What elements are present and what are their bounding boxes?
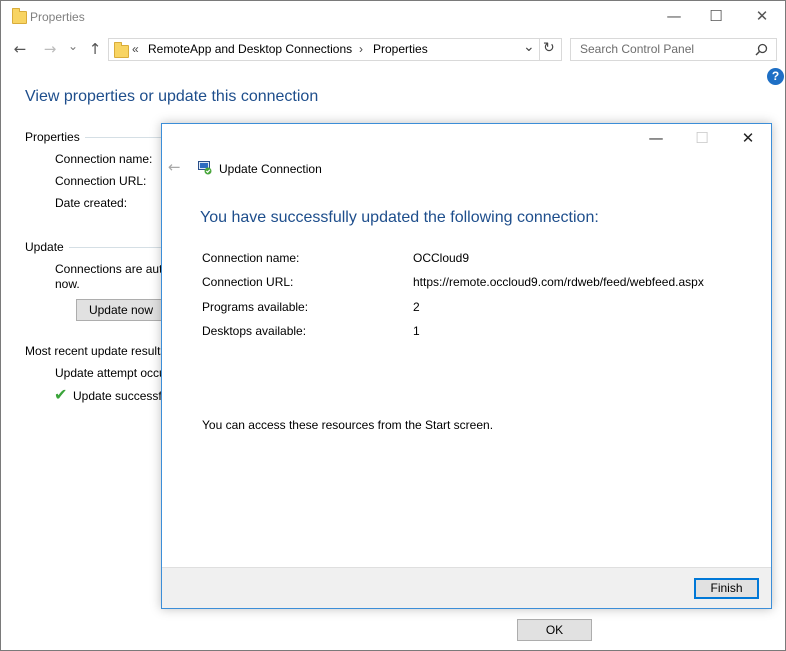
dialog-back-button[interactable]: ←: [168, 158, 181, 176]
dialog-footer: Finish: [162, 567, 771, 608]
forward-button[interactable]: →: [39, 37, 61, 61]
title-bar: Properties — ☐ ✕: [1, 1, 785, 32]
desktops-available-value: 1: [413, 324, 420, 338]
page-title: View properties or update this connectio…: [25, 88, 319, 105]
address-dropdown-button[interactable]: ⌄: [523, 39, 535, 55]
update-section-title: Update: [25, 240, 64, 254]
window-title: Properties: [30, 10, 85, 24]
close-button[interactable]: ✕: [739, 1, 785, 32]
search-box[interactable]: Search Control Panel: [570, 38, 777, 61]
update-status-text: Update successfu: [73, 389, 169, 403]
update-attempt-text: Update attempt occu: [55, 366, 166, 380]
dialog-title: Update Connection: [219, 162, 322, 176]
programs-available-value: 2: [413, 300, 420, 314]
update-description-cont: now.: [55, 277, 80, 291]
properties-section-title: Properties: [25, 130, 80, 144]
update-description: Connections are aut: [55, 262, 163, 276]
breadcrumb-separator[interactable]: ›: [359, 42, 363, 56]
folder-icon: [114, 42, 129, 58]
connection-name-label: Connection name:: [55, 152, 153, 166]
maximize-button[interactable]: ☐: [693, 1, 739, 32]
update-connection-dialog: — ☐ ✕ ← Update Connection You have succe…: [161, 123, 772, 609]
address-divider: [539, 39, 540, 60]
finish-button[interactable]: Finish: [694, 578, 759, 599]
start-screen-note: You can access these resources from the …: [202, 418, 494, 432]
date-created-label: Date created:: [55, 196, 128, 210]
search-icon[interactable]: [755, 43, 768, 56]
detail-label: Desktops available:: [202, 324, 307, 338]
detail-label: Programs available:: [202, 300, 309, 314]
ok-button[interactable]: OK: [517, 619, 592, 641]
recent-locations-button[interactable]: ⌄: [65, 34, 81, 58]
search-input[interactable]: Search Control Panel: [580, 42, 694, 56]
breadcrumb-remoteapp[interactable]: RemoteApp and Desktop Connections: [148, 42, 352, 56]
detail-label: Connection name:: [202, 251, 300, 265]
connection-name-value: OCCloud9: [413, 251, 470, 265]
dialog-heading: You have successfully updated the follow…: [200, 209, 599, 226]
section-divider: [69, 247, 165, 248]
minimize-button[interactable]: —: [651, 1, 697, 32]
connection-url-label: Connection URL:: [55, 174, 147, 188]
dialog-minimize-button[interactable]: —: [633, 124, 679, 153]
detail-label: Connection URL:: [202, 275, 294, 289]
connection-url-value: https://remote.occloud9.com/rdweb/feed/w…: [413, 275, 704, 289]
refresh-button[interactable]: ↻: [543, 40, 555, 56]
remote-connection-icon: [198, 161, 212, 175]
dialog-close-button[interactable]: ✕: [725, 124, 771, 153]
update-now-button[interactable]: Update now: [76, 299, 166, 321]
breadcrumb-overflow[interactable]: «: [132, 42, 139, 56]
success-check-icon: ✔: [54, 385, 68, 404]
breadcrumb-properties[interactable]: Properties: [373, 42, 428, 56]
back-button[interactable]: ←: [9, 37, 31, 61]
address-bar[interactable]: « RemoteApp and Desktop Connections › Pr…: [108, 38, 562, 61]
recent-results-title: Most recent update results: [25, 344, 167, 358]
section-divider: [85, 137, 165, 138]
up-button[interactable]: ↑: [85, 37, 105, 61]
dialog-maximize-button[interactable]: ☐: [679, 124, 725, 153]
help-icon[interactable]: ?: [767, 68, 784, 85]
folder-icon: [12, 8, 27, 24]
